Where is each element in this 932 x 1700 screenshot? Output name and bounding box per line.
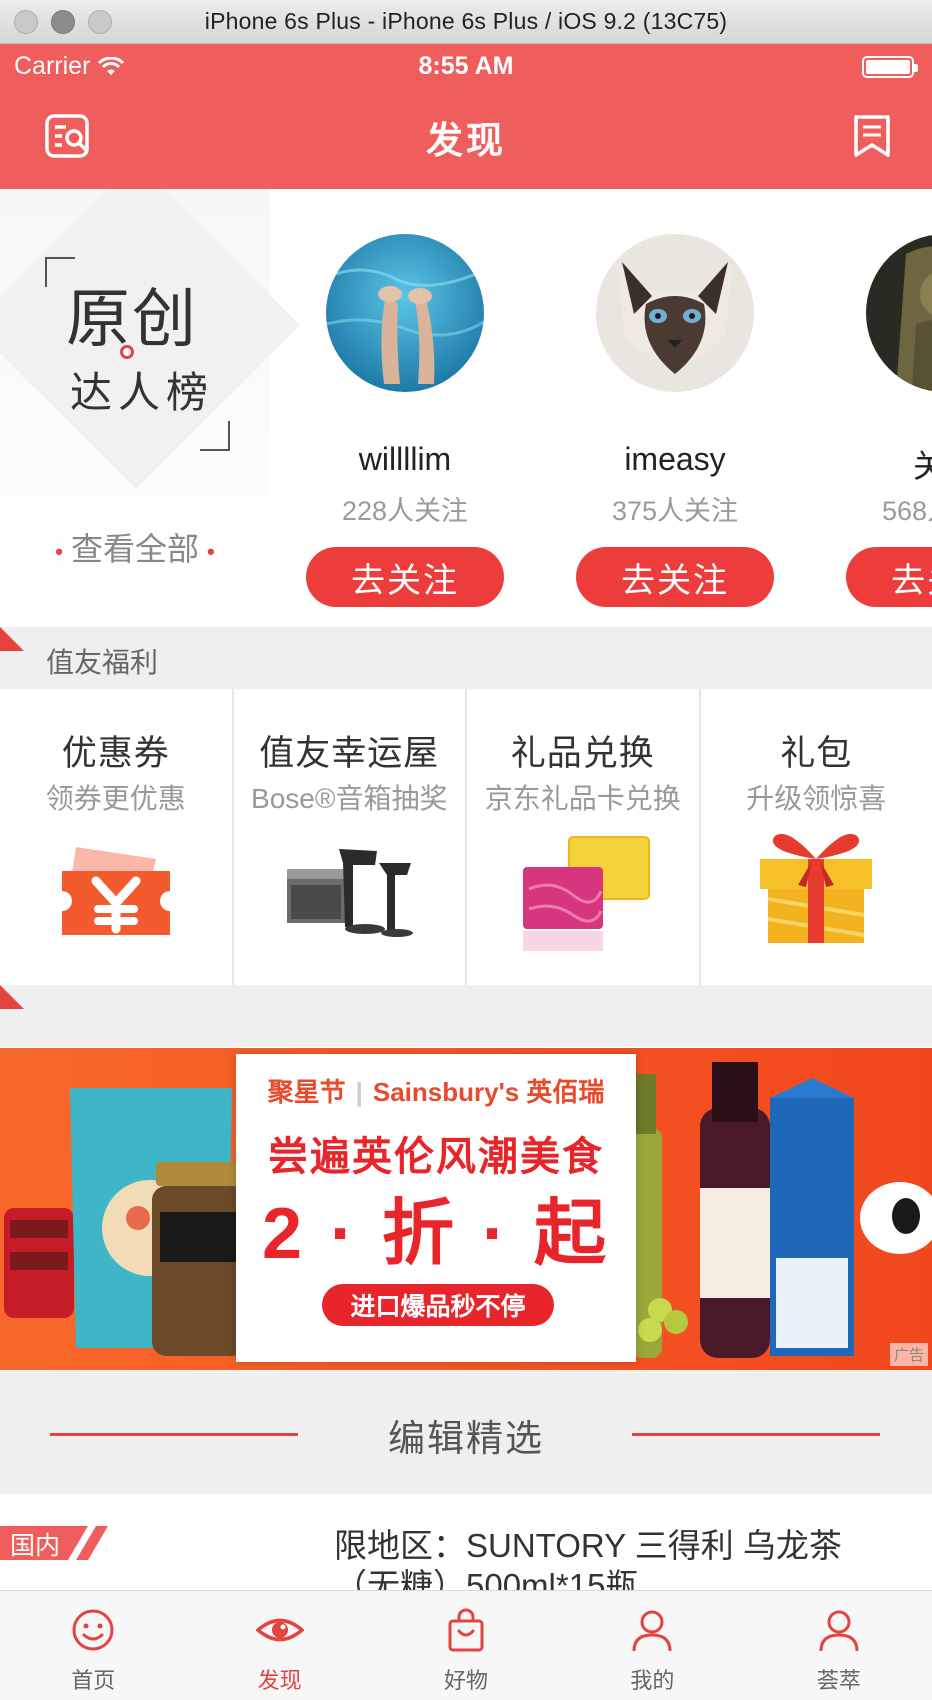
warrior-figure-photo <box>866 234 932 392</box>
pool-feet-photo <box>326 234 484 392</box>
eye-icon <box>255 1618 304 1642</box>
benefits-section-header: 值友福利 <box>0 627 932 689</box>
benefit-title: 值友幸运屋 <box>259 734 440 773</box>
tab-label: 我的 <box>630 1668 675 1693</box>
benefit-title: 礼包 <box>780 734 853 773</box>
benefit-gift-exchange[interactable]: 礼品兑换 京东礼品卡兑换 <box>467 689 701 985</box>
talent-name: 关二 <box>912 448 932 484</box>
spacer-section-header <box>0 985 932 1047</box>
tab-discover[interactable]: 发现 <box>186 1591 372 1700</box>
close-window-button[interactable] <box>14 10 38 34</box>
talent-followers: 375人关注 <box>611 496 739 526</box>
benefit-lucky-house[interactable]: 值友幸运屋 Bose®音箱抽奖 <box>234 689 467 985</box>
tab-goods[interactable]: 好物 <box>373 1591 559 1700</box>
benefit-subtitle: 京东礼品卡兑换 <box>484 783 681 814</box>
ad-brand-line: 聚星节 | Sainsbury's 英佰瑞 <box>236 1072 636 1109</box>
talent-name: willllim <box>358 441 452 477</box>
shopping-bag-icon <box>448 1608 484 1652</box>
talent-card[interactable]: imeasy 375人关注 去关注 <box>540 189 810 627</box>
view-all-link[interactable]: • 查看全部 • <box>0 524 270 570</box>
editor-pick-header: 编辑精选 <box>0 1370 932 1494</box>
article-item[interactable]: 国内 限地区：SUNTORY 三得利 乌龙茶（无糖）500ml*15瓶 <box>0 1494 932 1590</box>
siamese-cat-photo <box>596 234 754 392</box>
ad-discount: 2 · 折 · 起 <box>261 1194 610 1274</box>
page-title: 发现 <box>426 120 506 161</box>
gift-box-icon <box>760 833 873 943</box>
talent-card[interactable]: 关二 568人关注 去关注 <box>810 189 932 627</box>
follow-button[interactable]: 去关注 <box>846 547 932 607</box>
brand-subtitle: 达人榜 <box>70 369 215 416</box>
corner-flag-decoration <box>0 627 24 651</box>
corner-flag-decoration <box>0 985 24 1009</box>
user-icon <box>632 1610 672 1652</box>
benefits-grid: 优惠券 领券更优惠 值友幸运屋 Bose®音箱抽奖 礼品兑换 京东礼品卡兑换 礼… <box>0 689 932 985</box>
benefit-subtitle: Bose®音箱抽奖 <box>251 783 448 814</box>
benefit-gift-pack[interactable]: 礼包 升级领惊喜 <box>701 689 932 985</box>
talent-ranking: 原创 达人榜 • 查看全部 • willllim 228人关注 去关注 imea… <box>0 189 932 627</box>
bracket-decoration <box>200 421 230 451</box>
talent-brand-panel[interactable]: 原创 达人榜 • 查看全部 • <box>0 189 301 627</box>
talent-name: imeasy <box>624 441 726 477</box>
tab-label: 发现 <box>257 1668 302 1693</box>
tab-mine[interactable]: 我的 <box>559 1591 745 1700</box>
nav-bar: 发现 <box>0 90 932 189</box>
benefit-title: 优惠券 <box>61 734 170 773</box>
avatar[interactable] <box>866 234 932 392</box>
tab-label: 好物 <box>444 1668 489 1693</box>
ad-brand-right: Sainsbury's 英佰瑞 <box>372 1077 605 1107</box>
bookmark-icon[interactable] <box>852 114 892 158</box>
section-title: 值友福利 <box>46 647 159 678</box>
avatar[interactable] <box>596 234 754 392</box>
ad-tag: 广告 <box>889 1343 928 1366</box>
tab-label: 首页 <box>71 1668 116 1693</box>
window-title: iPhone 6s Plus - iPhone 6s Plus / iOS 9.… <box>204 8 728 34</box>
tab-bar: 首页 发现 好物 我的 荟萃 <box>0 1590 932 1700</box>
article-headline: 限地区：SUNTORY 三得利 乌龙茶（无糖）500ml*15瓶 <box>334 1527 842 1590</box>
ad-text-panel: 聚星节 | Sainsbury's 英佰瑞 尝遍英伦风潮美食 2 · 折 · 起 进… <box>236 1054 636 1362</box>
status-bar: Carrier 8:55 AM <box>0 44 932 90</box>
talent-card[interactable]: willllim 228人关注 去关注 <box>270 189 540 627</box>
user-icon <box>819 1610 859 1652</box>
ad-cta-button[interactable]: 进口爆品秒不停 <box>322 1284 554 1326</box>
benefit-subtitle: 升级领惊喜 <box>746 783 887 814</box>
ad-brand-left: 聚星节 <box>267 1077 346 1107</box>
region-label: 国内 <box>10 1532 61 1560</box>
talent-followers: 228人关注 <box>341 496 469 526</box>
tab-label: 荟萃 <box>816 1668 861 1693</box>
benefit-coupon[interactable]: 优惠券 领券更优惠 <box>0 689 234 985</box>
ad-banner[interactable]: 聚星节 | Sainsbury's 英佰瑞 尝遍英伦风潮美食 2 · 折 · 起 进… <box>0 1048 932 1370</box>
tab-digest[interactable]: 荟萃 <box>746 1591 932 1700</box>
separator: | <box>355 1077 363 1107</box>
benefit-subtitle: 领券更优惠 <box>45 783 186 814</box>
follow-button[interactable]: 去关注 <box>306 547 504 607</box>
view-all-label: 查看全部 <box>70 531 199 567</box>
divider-line <box>632 1433 880 1436</box>
battery-icon <box>862 56 918 78</box>
region-tag: 国内 <box>0 1526 108 1560</box>
zoom-window-button[interactable] <box>88 10 112 34</box>
window-titlebar: iPhone 6s Plus - iPhone 6s Plus / iOS 9.… <box>0 0 932 44</box>
brand-dot-decoration <box>120 345 134 359</box>
app-header: Carrier 8:55 AM 发现 <box>0 44 932 189</box>
dot-decoration: • <box>55 538 63 564</box>
follow-button[interactable]: 去关注 <box>576 547 774 607</box>
avatar[interactable] <box>326 234 484 392</box>
tab-home[interactable]: 首页 <box>0 1591 186 1700</box>
talent-followers: 568人关注 <box>881 496 932 526</box>
dot-decoration: • <box>207 538 215 564</box>
smile-icon <box>72 1609 114 1651</box>
window-controls <box>14 10 112 34</box>
brand-title: 原创 <box>66 283 198 355</box>
speaker-icon <box>287 849 414 937</box>
benefit-title: 礼品兑换 <box>510 734 655 773</box>
gift-card-icon <box>522 836 650 951</box>
minimize-window-button[interactable] <box>51 10 75 34</box>
status-time: 8:55 AM <box>418 52 514 80</box>
coupon-icon <box>61 847 170 935</box>
